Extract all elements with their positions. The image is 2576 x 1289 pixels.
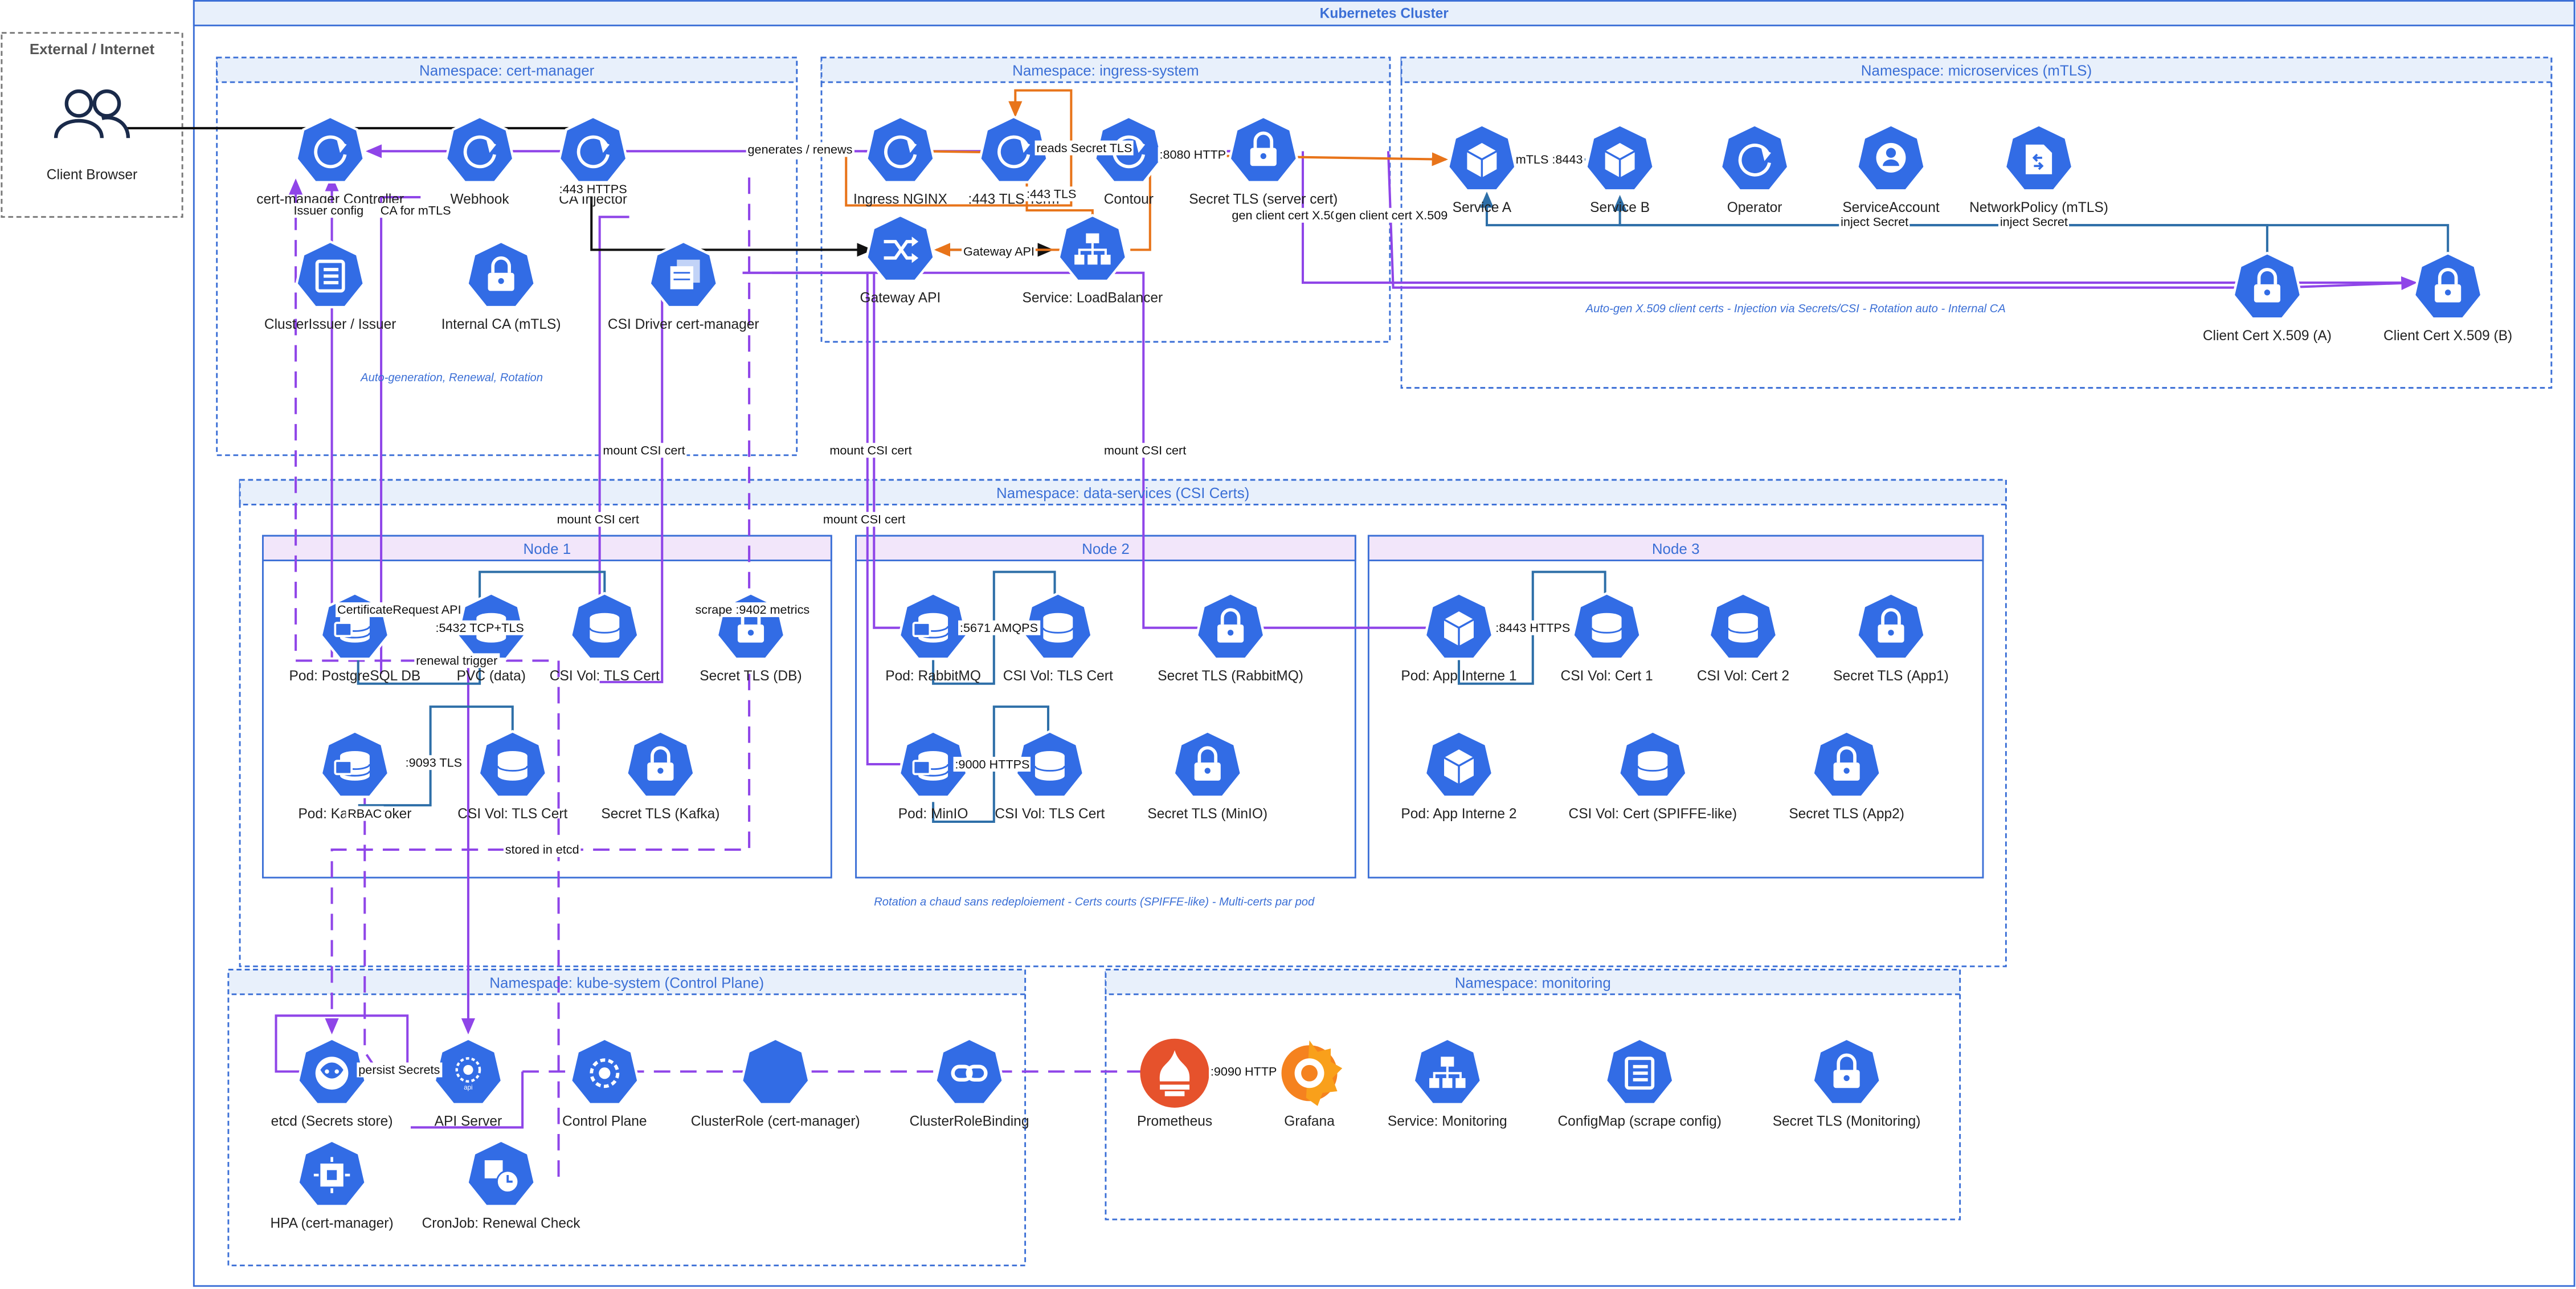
netpol-label: NetworkPolicy (mTLS) xyxy=(1969,198,2108,215)
ns-microservices-title: Namespace: microservices (mTLS) xyxy=(1861,62,2092,79)
ns-cert-manager-title: Namespace: cert-manager xyxy=(419,62,595,79)
client-browser-label: Client Browser xyxy=(46,166,138,183)
csi-driver-label: CSI Driver cert-manager xyxy=(607,315,759,332)
edge-label-mount-csi-3: mount CSI cert xyxy=(828,443,914,458)
edge-label-inject-secret-1: inject Secret xyxy=(1839,214,1911,230)
edge-label-mtls-8443: mTLS :8443 xyxy=(1514,152,1585,167)
edge-label-rbac: RBAC xyxy=(346,806,384,821)
svc-lb-label: Service: LoadBalancer xyxy=(1022,289,1163,306)
edge-label-gen-client-a: gen client cert X.509 xyxy=(1230,207,1346,223)
label-layer: Kubernetes Cluster External / Internet C… xyxy=(0,0,2576,1288)
edge-label-ca-for-mtls: CA for mTLS xyxy=(378,203,453,218)
diagram-stage: api Kubernetes Cluster External / Intern… xyxy=(0,0,2576,1289)
ns-monitoring-title: Namespace: monitoring xyxy=(1454,974,1611,992)
edge-label-inject-secret-2: inject Secret xyxy=(1998,214,2070,230)
edge-label-tcp-5432: :5432 TCP+TLS xyxy=(434,620,526,635)
client-cert-b-label: Client Cert X.509 (B) xyxy=(2383,327,2513,344)
edge-label-http-9090: :9090 HTTP xyxy=(1208,1064,1279,1079)
ns-data-title: Namespace: data-services (CSI Certs) xyxy=(996,484,1250,501)
secret-tls-rabbit-label: Secret TLS (RabbitMQ) xyxy=(1158,667,1303,684)
edge-label-tls-443: :443 TLS xyxy=(1025,186,1078,202)
ns-ingress-title: Namespace: ingress-system xyxy=(1012,62,1199,79)
edge-label-tls-9093: :9093 TLS xyxy=(403,755,464,770)
secret-mon-label: Secret TLS (Monitoring) xyxy=(1772,1112,1921,1129)
edge-label-mount-csi-5: mount CSI cert xyxy=(1102,443,1188,458)
edge-label-cert-request-api: CertificateRequest API xyxy=(336,602,463,617)
node2-title: Node 2 xyxy=(1082,540,1130,557)
note-cert-manager: Auto-generation, Renewal, Rotation xyxy=(361,373,543,385)
secret-tls-kafka-label: Secret TLS (Kafka) xyxy=(601,805,720,822)
edge-label-issuer-config: Issuer config xyxy=(292,203,366,218)
secret-tls-minio-label: Secret TLS (MinIO) xyxy=(1147,805,1268,822)
edge-label-http-8080: :8080 HTTP xyxy=(1158,147,1228,162)
secret-app2-label: Secret TLS (App2) xyxy=(1789,805,1904,822)
edge-label-gen-client-b: gen client cert X.509 xyxy=(1334,207,1450,223)
edge-label-scrape-9402: scrape :9402 metrics xyxy=(693,602,812,617)
diagram-canvas: api Kubernetes Cluster External / Intern… xyxy=(0,0,2576,1288)
edge-label-reads-secret-tls: reads Secret TLS xyxy=(1035,140,1134,156)
cluster-title: Kubernetes Cluster xyxy=(1319,5,1449,22)
node1-title: Node 1 xyxy=(523,540,571,557)
edge-label-generates-renews: generates / renews xyxy=(746,142,854,157)
edge-label-gateway-api: Gateway API xyxy=(962,244,1036,259)
ns-kube-system-title: Namespace: kube-system (Control Plane) xyxy=(489,974,764,992)
edge-label-https-443: :443 HTTPS xyxy=(557,181,629,197)
edge-label-amqps-5671: :5671 AMQPS xyxy=(958,620,1040,635)
secret-app1-label: Secret TLS (App1) xyxy=(1833,667,1949,684)
crb-label: ClusterRoleBinding xyxy=(909,1112,1029,1129)
edge-label-mount-csi-4: mount CSI cert xyxy=(821,512,907,527)
secret-tls-server-label: Secret TLS (server cert) xyxy=(1189,190,1338,207)
note-data-services: Rotation a chaud sans redeploiement - Ce… xyxy=(874,897,1315,909)
external-title: External / Internet xyxy=(29,41,155,58)
node3-title: Node 3 xyxy=(1651,540,1700,557)
edge-label-mount-csi-2: mount CSI cert xyxy=(555,512,641,527)
edge-label-https-9000: :9000 HTTPS xyxy=(953,757,1032,772)
edge-label-persist-secrets: persist Secrets xyxy=(357,1062,442,1078)
cronjob-label: CronJob: Renewal Check xyxy=(422,1214,580,1231)
edge-label-stored-in-etcd: stored in etcd xyxy=(503,842,581,858)
edge-label-renewal-trigger: renewal trigger xyxy=(414,653,500,668)
edge-label-https-8443: :8443 HTTPS xyxy=(1494,620,1572,635)
edge-label-mount-csi-1: mount CSI cert xyxy=(601,443,687,458)
configmap-label: ConfigMap (scrape config) xyxy=(1557,1112,1722,1129)
note-microservices: Auto-gen X.509 client certs - Injection … xyxy=(1585,304,2006,316)
